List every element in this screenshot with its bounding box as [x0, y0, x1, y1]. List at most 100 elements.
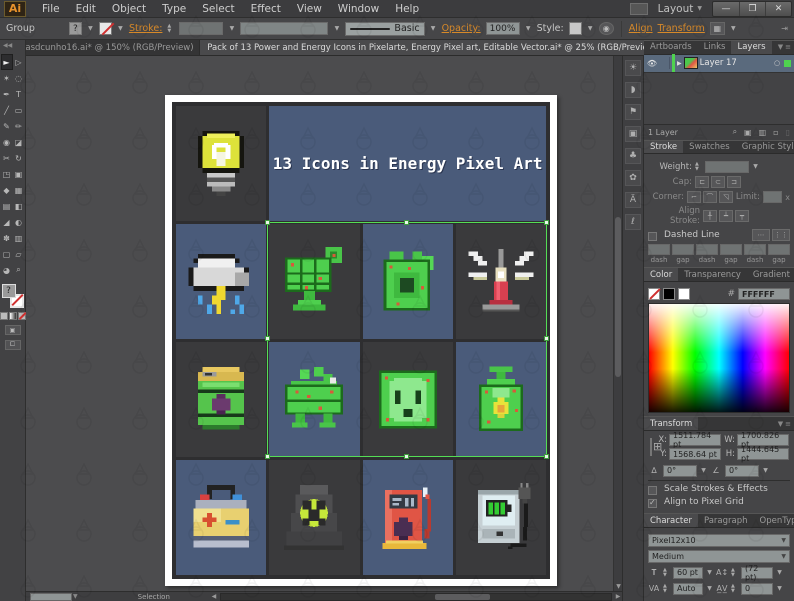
vertical-scrollbar[interactable]: ▼	[613, 56, 622, 591]
stroke-weight-dropdown-icon[interactable]: ▼	[228, 22, 235, 35]
close-button[interactable]: ✕	[765, 2, 791, 16]
width-profile-dropdown-icon[interactable]: ▼	[333, 22, 340, 35]
color-mode-button[interactable]	[0, 312, 8, 320]
preserve-dash-button[interactable]: ⋯	[752, 229, 770, 241]
tool-blend[interactable]: ◐	[13, 214, 25, 230]
kerning-field[interactable]: Auto	[673, 583, 703, 595]
fill-swatch[interactable]: ?	[69, 22, 82, 35]
selection-indicator[interactable]	[784, 60, 791, 67]
tab-paragraph[interactable]: Paragraph	[698, 514, 754, 527]
transform-panel-menu-icon[interactable]: ▼≡	[778, 417, 794, 430]
gap-field-3[interactable]	[768, 244, 790, 255]
tool-rectangle[interactable]: ▭	[13, 102, 25, 118]
tool-eraser[interactable]: ◪	[13, 134, 25, 150]
tab-gradient[interactable]: Gradient	[747, 268, 794, 281]
dash-field-2[interactable]	[696, 244, 718, 255]
scroll-left-icon[interactable]: ◀	[210, 593, 218, 600]
shear-dropdown-icon[interactable]: ▼	[762, 464, 769, 477]
icon-tile-nuclear-plant[interactable]	[269, 460, 359, 575]
clipping-mask-icon[interactable]: ▣	[744, 128, 752, 137]
tracking-field[interactable]: 0	[741, 583, 773, 595]
tab-color[interactable]: Color	[644, 268, 678, 281]
tab-layers[interactable]: Layers	[731, 41, 771, 54]
menu-select[interactable]: Select	[194, 3, 242, 15]
width-profile-field[interactable]	[240, 22, 328, 35]
color-guide-icon[interactable]: ☀	[625, 60, 641, 76]
brush-definition[interactable]: Basic	[345, 22, 424, 36]
round-join-button[interactable]: ⌒	[703, 191, 717, 203]
layer-name[interactable]: Layer 17	[700, 58, 770, 68]
horizontal-scrollbar-thumb[interactable]	[435, 594, 490, 600]
icon-tile-jerrycan[interactable]	[363, 224, 453, 339]
pathfinder-panel-icon[interactable]: ✿	[625, 170, 641, 186]
tab-swatches[interactable]: Swatches	[683, 141, 736, 154]
projecting-cap-button[interactable]: ⊐	[727, 176, 741, 188]
menu-file[interactable]: File	[34, 3, 68, 15]
tool-selection[interactable]: ►	[1, 54, 13, 70]
tool-mesh[interactable]: ▤	[1, 198, 13, 214]
restore-button[interactable]: ❐	[739, 2, 765, 16]
fill-stroke-indicator[interactable]: ?	[2, 284, 24, 308]
isolate-icon[interactable]: ▦	[710, 22, 725, 35]
leading-dropdown-icon[interactable]: ▼	[776, 566, 783, 579]
minimize-button[interactable]: —	[713, 2, 739, 16]
zoom-dropdown-icon[interactable]: ▼	[73, 593, 78, 600]
y-field[interactable]: 1568.64 pt	[669, 448, 721, 460]
tab-transparency[interactable]: Transparency	[678, 268, 747, 281]
tool-scissors[interactable]: ✂	[1, 150, 13, 166]
none-mode-button[interactable]	[18, 312, 26, 320]
workspace-switcher[interactable]: Layout ▼	[654, 3, 706, 15]
tool-scale[interactable]: ◳	[1, 166, 13, 182]
tool-slice[interactable]: ▱	[13, 246, 25, 262]
scripts-panel-icon[interactable]: ℓ	[625, 214, 641, 230]
tab-character[interactable]: Character	[644, 514, 698, 527]
tool-gradient[interactable]: ◧	[13, 198, 25, 214]
menu-object[interactable]: Object	[104, 3, 154, 15]
horizontal-scrollbar[interactable]	[220, 593, 612, 601]
icon-tile-oil-barrel[interactable]	[176, 342, 266, 457]
menu-type[interactable]: Type	[154, 3, 194, 15]
disclosure-triangle-icon[interactable]: ▶	[677, 60, 682, 67]
gap-field-1[interactable]	[672, 244, 694, 255]
fill-dropdown-icon[interactable]: ▼	[87, 22, 94, 35]
tracking-dropdown-icon[interactable]: ▼	[776, 582, 783, 595]
opacity-dropdown-icon[interactable]: ▼	[525, 22, 532, 35]
tool-width[interactable]: ◉	[1, 134, 13, 150]
artboard[interactable]: 13 Icons in Energy Pixel Art	[165, 95, 557, 586]
weight-stepper[interactable]: ▲▼	[695, 162, 702, 172]
icon-tile-wind-turbine[interactable]	[456, 224, 546, 339]
align-outside-button[interactable]: ┯	[735, 210, 749, 222]
leading-field[interactable]: (72 pt)	[741, 567, 773, 579]
vertical-scrollbar-thumb[interactable]	[615, 217, 621, 378]
canvas-area[interactable]: 13 Icons in Energy Pixel Art	[26, 56, 622, 591]
tool-rotate[interactable]: ↻	[13, 150, 25, 166]
align-link[interactable]: Align	[629, 23, 653, 34]
tool-zoom[interactable]: ⌕	[13, 262, 25, 278]
tool-line-segment[interactable]: ╱	[1, 102, 13, 118]
dashed-line-checkbox[interactable]	[648, 232, 657, 241]
align-inside-button[interactable]: ┷	[719, 210, 733, 222]
tool-lasso[interactable]: ◌	[13, 70, 25, 86]
menu-edit[interactable]: Edit	[68, 3, 104, 15]
symbols-panel-icon[interactable]: ♣	[625, 148, 641, 164]
layer-thumbnail[interactable]	[684, 57, 698, 69]
transform-link[interactable]: Transform	[658, 23, 705, 34]
tool-shape-builder[interactable]: ◆	[1, 182, 13, 198]
icon-tile-light-bulb[interactable]	[176, 106, 266, 221]
menu-effect[interactable]: Effect	[243, 3, 289, 15]
tool-perspective-grid[interactable]: ▦	[13, 182, 25, 198]
tool-hand[interactable]: ◕	[1, 262, 13, 278]
scroll-down-icon[interactable]: ▼	[614, 583, 622, 590]
tool-eyedropper[interactable]: ◢	[1, 214, 13, 230]
icon-tile-solar-panel[interactable]	[269, 224, 359, 339]
tab-transform[interactable]: Transform	[644, 417, 698, 430]
bevel-join-button[interactable]: ◹	[719, 191, 733, 203]
tool-pen[interactable]: ✒	[1, 86, 13, 102]
weight-dropdown-icon[interactable]: ▼	[752, 160, 759, 173]
brush-dropdown-icon[interactable]: ▼	[430, 22, 437, 35]
stroke-weight-field[interactable]	[179, 22, 223, 35]
lock-toggle[interactable]	[660, 57, 670, 69]
tool-artboard[interactable]: ▢	[1, 246, 13, 262]
black-swatch[interactable]	[663, 288, 675, 300]
more-options-dropdown-icon[interactable]: ▼	[730, 22, 737, 35]
